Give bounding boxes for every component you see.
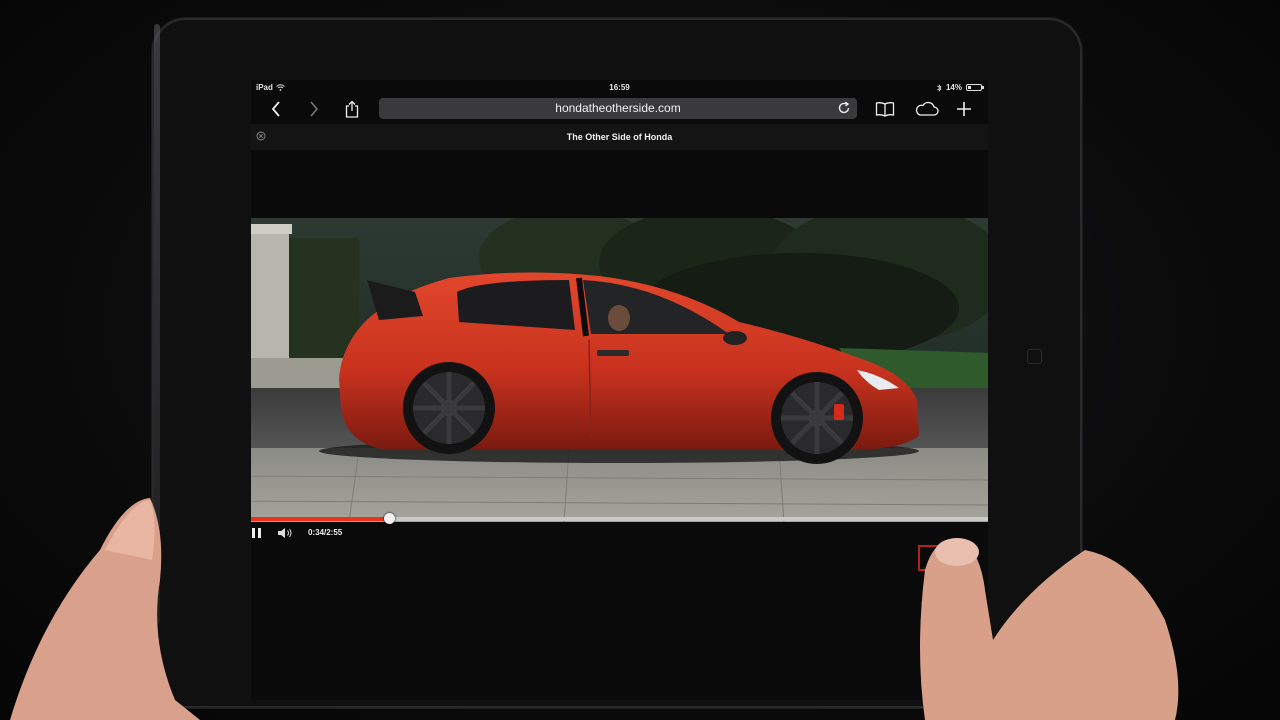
- icloud-tabs-icon[interactable]: [913, 99, 941, 119]
- share-icon[interactable]: [342, 99, 362, 119]
- battery-level: [968, 86, 971, 89]
- home-button[interactable]: [1027, 349, 1042, 364]
- progress-bar[interactable]: [251, 513, 988, 524]
- video-still: [251, 218, 988, 522]
- right-hand: [920, 538, 1179, 720]
- tab-bar: The Other Side of Honda: [251, 124, 988, 150]
- bluetooth-icon: [937, 83, 942, 92]
- bookmarks-icon[interactable]: [875, 99, 895, 119]
- tab-title[interactable]: The Other Side of Honda: [251, 132, 988, 142]
- new-tab-icon[interactable]: [954, 99, 974, 119]
- status-right: 14%: [937, 83, 984, 92]
- reload-icon[interactable]: [837, 101, 851, 115]
- status-bar: iPad 16:59 14%: [251, 80, 988, 96]
- url-text: hondatheotherside.com: [555, 101, 681, 115]
- progress-thumb[interactable]: [384, 513, 396, 524]
- browser-toolbar: hondatheotherside.com: [251, 96, 988, 122]
- ipad-screen: iPad 16:59 14% hondatheotherside.com The…: [251, 80, 988, 700]
- status-time: 16:59: [609, 83, 630, 92]
- forward-icon[interactable]: [304, 99, 324, 119]
- battery-percent: 14%: [945, 83, 962, 92]
- time-display: 0:34/2:55: [308, 528, 343, 537]
- url-field[interactable]: hondatheotherside.com: [379, 98, 857, 119]
- left-hand: [10, 498, 200, 720]
- back-icon[interactable]: [266, 99, 286, 119]
- battery-icon: [966, 84, 984, 91]
- video-frame[interactable]: [251, 218, 988, 522]
- player-controls: 0:34/2:55: [251, 524, 988, 544]
